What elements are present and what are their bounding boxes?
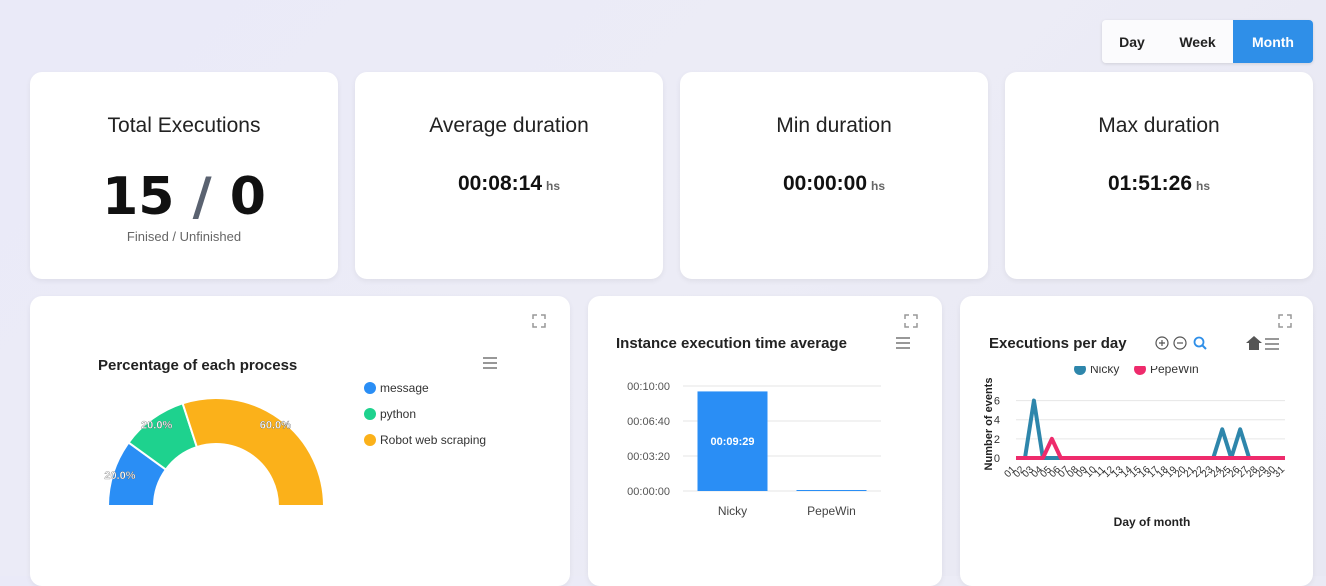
expand-icon[interactable] xyxy=(904,314,918,328)
average-duration-value: 00:08:14 hs xyxy=(355,172,663,196)
min-duration-card: Min duration 00:00:00 hs xyxy=(680,72,988,279)
executions-per-day-card: Executions per day 0 2 4 6 Nicky PepeWin 01 02 0… xyxy=(960,296,1313,586)
y-tick-label: 00:06:40 xyxy=(627,416,670,428)
pie-data-label: 60.0% xyxy=(260,419,291,431)
y-tick-label: 00:03:20 xyxy=(627,451,670,463)
legend-item[interactable]: python xyxy=(380,407,416,421)
legend-item[interactable]: PepeWin xyxy=(1150,366,1199,376)
bar-data-label: 00:09:29 xyxy=(710,436,754,448)
instance-bar-chart: 00:00:00 00:03:20 00:06:40 00:10:00 00:09:29… xyxy=(627,381,881,518)
bar-pepewin[interactable] xyxy=(796,490,867,491)
y-axis-label: Number of events xyxy=(983,378,995,471)
x-tick-label: 31 xyxy=(1271,464,1287,480)
unfinished-count: 0 xyxy=(229,167,266,227)
process-percentage-card: Percentage of each process 20.0% 20.0% 60.… xyxy=(30,296,570,586)
max-duration-card: Max duration 01:51:26 hs xyxy=(1005,72,1313,279)
x-tick-label: PepeWin xyxy=(807,504,856,518)
perday-chart-title: Executions per day xyxy=(989,335,1127,352)
week-button[interactable]: Week xyxy=(1162,20,1233,63)
y-tick-label: 00:10:00 xyxy=(627,381,670,393)
legend-marker xyxy=(364,408,376,420)
y-tick-label: 00:00:00 xyxy=(627,486,670,498)
min-duration-unit: hs xyxy=(871,179,886,193)
instance-chart-title: Instance execution time average xyxy=(616,335,847,352)
legend-marker xyxy=(1134,366,1146,375)
menu-icon[interactable] xyxy=(895,336,911,350)
max-duration-title: Max duration xyxy=(1098,114,1220,137)
min-duration-title: Min duration xyxy=(776,114,892,137)
range-selector: Day Week Month xyxy=(1102,20,1313,63)
menu-icon[interactable] xyxy=(1264,337,1280,351)
home-icon[interactable] xyxy=(1245,335,1263,351)
finished-count: 15 xyxy=(102,167,175,227)
average-duration-time: 00:08:14 xyxy=(457,172,543,195)
average-duration-title: Average duration xyxy=(429,114,589,137)
x-axis-label: Day of month xyxy=(1114,515,1191,529)
min-duration-value: 00:00:00 hs xyxy=(680,172,988,196)
average-duration-unit: hs xyxy=(546,179,561,193)
max-duration-time: 01:51:26 xyxy=(1107,172,1193,195)
legend-marker xyxy=(364,382,376,394)
min-duration-time: 00:00:00 xyxy=(782,172,868,195)
process-chart-title: Percentage of each process xyxy=(98,357,298,374)
pie-slice-robot-web-scraping[interactable] xyxy=(181,397,326,507)
zoom-search-icon[interactable] xyxy=(1193,336,1207,350)
expand-icon[interactable] xyxy=(532,314,546,328)
legend-item[interactable]: Robot web scraping xyxy=(380,433,486,447)
total-executions-caption: Finised / Unfinished xyxy=(126,229,242,244)
expand-icon[interactable] xyxy=(1278,314,1292,328)
legend-marker xyxy=(364,434,376,446)
zoom-out-icon[interactable] xyxy=(1173,336,1187,350)
executions-line-chart: 0246Nicky PepeWin010203040506070809101112… xyxy=(983,366,1287,529)
average-duration-card: Average duration 00:08:14 hs xyxy=(355,72,663,279)
pie-data-label: 20.0% xyxy=(104,470,135,482)
month-button[interactable]: Month xyxy=(1233,20,1313,63)
total-executions-value: 15 / 0 xyxy=(30,167,338,227)
max-duration-value: 01:51:26 hs xyxy=(1005,172,1313,196)
legend-marker xyxy=(1074,366,1086,375)
day-button[interactable]: Day xyxy=(1102,20,1162,63)
max-duration-unit: hs xyxy=(1196,179,1211,193)
zoom-in-icon[interactable] xyxy=(1155,336,1169,350)
zoom-controls xyxy=(1155,336,1207,350)
legend-item[interactable]: Nicky xyxy=(1090,366,1119,376)
separator: / xyxy=(192,167,212,227)
x-tick-label: Nicky xyxy=(718,504,747,518)
process-pie-chart: 20.0% 20.0% 60.0% message python Robot web sc… xyxy=(104,381,486,507)
pie-data-label: 20.0% xyxy=(141,419,172,431)
total-executions-title: Total Executions xyxy=(107,114,261,137)
menu-icon[interactable] xyxy=(482,356,498,370)
total-executions-card: Total Executions 15 / 0 Finised / Unfini… xyxy=(30,72,338,279)
instance-time-card: Instance execution time average 00:00:00… xyxy=(588,296,942,586)
legend-item[interactable]: message xyxy=(380,381,429,395)
